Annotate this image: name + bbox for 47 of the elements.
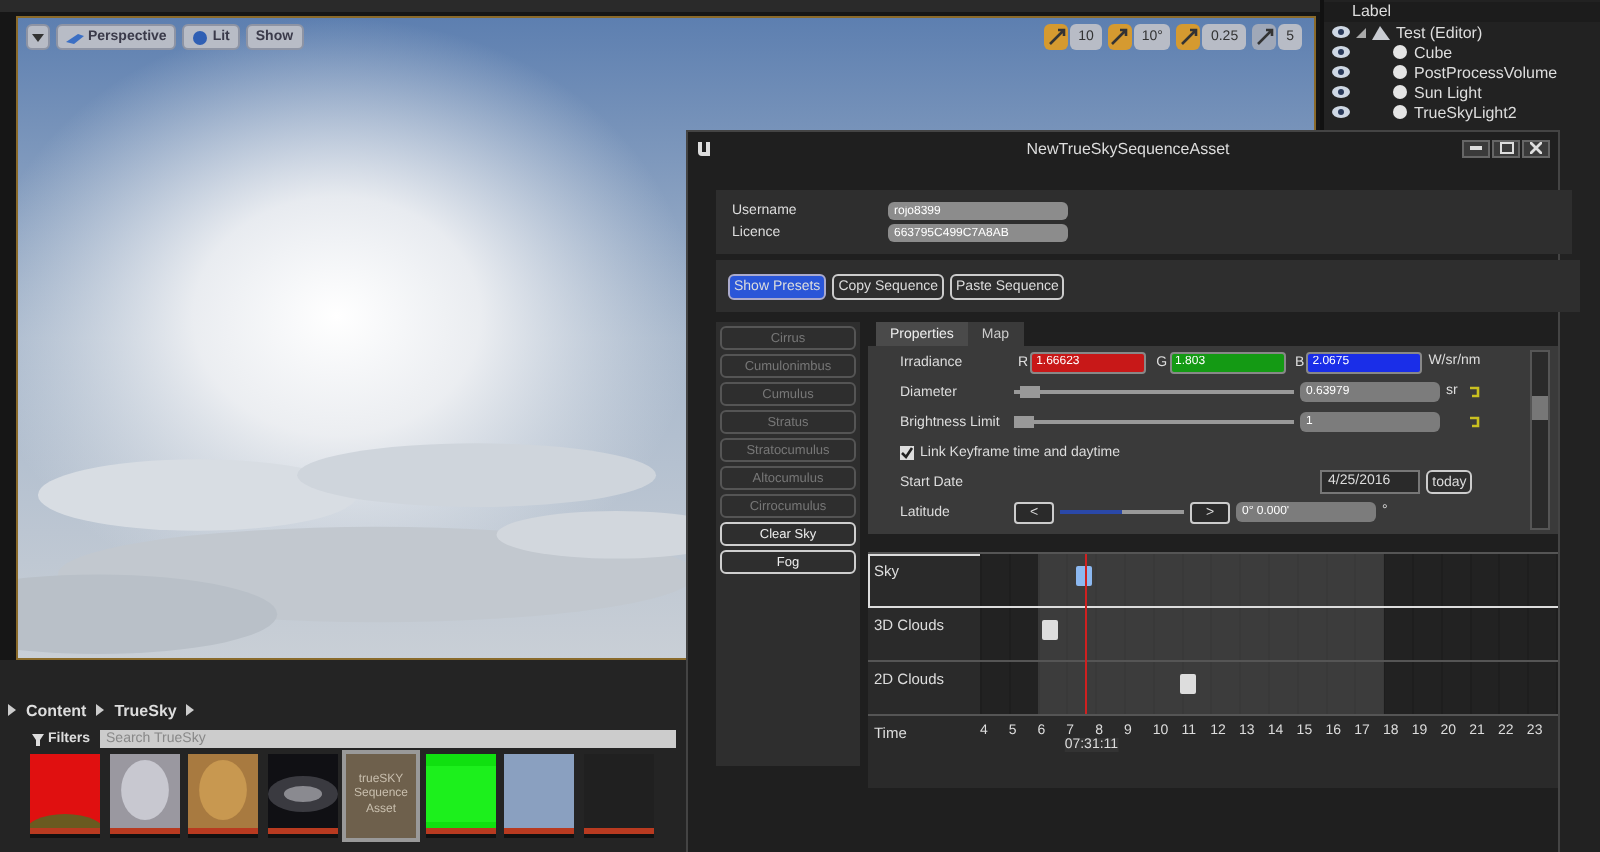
eye-icon[interactable] <box>1332 86 1350 98</box>
asset-thumbnail[interactable] <box>504 754 574 838</box>
outliner-item[interactable]: Sun Light <box>1414 83 1482 101</box>
window-title: NewTrueSkySequenceAsset <box>1024 139 1232 157</box>
chevron-icon[interactable] <box>96 704 105 716</box>
outliner-item[interactable]: TrueSkyLight2 <box>1414 103 1517 121</box>
snap-toggle[interactable] <box>1252 24 1277 50</box>
snap-toggle[interactable] <box>1107 24 1132 50</box>
close-button[interactable] <box>1522 139 1550 157</box>
eye-icon[interactable] <box>1332 26 1350 38</box>
breadcrumb-item[interactable]: TrueSky <box>114 701 177 719</box>
maximize-icon <box>1499 142 1513 154</box>
chevron-icon[interactable] <box>8 704 16 716</box>
minimize-button[interactable] <box>1462 139 1490 157</box>
asset-thumbnail[interactable] <box>425 754 495 838</box>
checkbox[interactable] <box>900 445 914 459</box>
breadcrumb-item[interactable]: Content <box>26 701 87 719</box>
outliner-item[interactable]: Cube <box>1414 43 1453 61</box>
playhead[interactable] <box>1082 554 1091 714</box>
slider-thumb[interactable] <box>1019 386 1040 398</box>
close-icon <box>1530 142 1542 154</box>
outliner-item[interactable]: PostProcessVolume <box>1414 63 1558 81</box>
eye-icon[interactable] <box>1332 46 1350 58</box>
asset-thumbnail[interactable] <box>109 754 179 838</box>
scrollbar[interactable] <box>1530 350 1550 530</box>
outliner-item[interactable]: Test (Editor) <box>1396 23 1483 41</box>
sphere-icon <box>192 29 209 45</box>
chevron-icon[interactable] <box>186 704 195 716</box>
asset-thumbnail[interactable] <box>583 754 653 838</box>
keyframe[interactable] <box>1041 620 1058 640</box>
maximize-button[interactable] <box>1492 139 1520 157</box>
snap-toggle[interactable] <box>1044 24 1069 50</box>
logo-icon <box>696 139 714 157</box>
funnel-icon <box>32 733 44 745</box>
slider-thumb[interactable] <box>1014 416 1034 428</box>
expand-arrow-icon[interactable] <box>1356 27 1366 37</box>
eye-icon[interactable] <box>1332 106 1350 118</box>
snap-toggle[interactable] <box>1176 24 1201 50</box>
caret-icon <box>32 33 44 41</box>
eye-icon[interactable] <box>1332 66 1350 78</box>
asset-thumbnail[interactable] <box>188 754 258 838</box>
keyframe[interactable] <box>1076 566 1093 586</box>
asset-thumbnail[interactable] <box>30 754 100 838</box>
viewport-menu-button[interactable] <box>26 24 50 50</box>
keyframe[interactable] <box>1180 674 1197 694</box>
minimize-icon <box>1470 146 1482 150</box>
column-header[interactable]: Label <box>1324 2 1600 22</box>
